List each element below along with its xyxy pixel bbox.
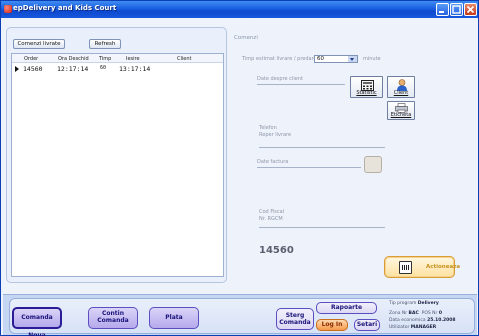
reports-label: Rapoarte bbox=[330, 304, 363, 311]
cell-open-time: 12:17:14 bbox=[57, 65, 89, 73]
label-print-label: Eticheta bbox=[390, 112, 412, 118]
settings-button[interactable]: Setari bbox=[354, 319, 380, 331]
cell-time: 60 bbox=[100, 65, 107, 71]
orders-grid-header: Order Ora Deschid Timp Iesire Client bbox=[12, 54, 223, 63]
minimize-icon bbox=[439, 11, 444, 13]
maximize-icon bbox=[452, 5, 461, 14]
statistic-button[interactable]: Statistic bbox=[350, 76, 383, 98]
close-icon bbox=[466, 5, 475, 14]
reg-number-label: Nr. RGCM bbox=[259, 216, 283, 222]
col-order: Order bbox=[24, 56, 39, 62]
settings-label: Setari bbox=[356, 321, 378, 328]
date-value: 25.10.2008 bbox=[427, 318, 456, 323]
invoice-section-label: Date factura bbox=[257, 159, 289, 165]
col-client: Client bbox=[177, 56, 192, 62]
barcode-icon bbox=[399, 261, 412, 274]
refresh-button[interactable]: Refresh bbox=[89, 39, 121, 49]
pay-button[interactable]: Plata bbox=[149, 307, 199, 329]
phone-label: Telefon bbox=[259, 125, 277, 131]
minimize-button[interactable] bbox=[436, 3, 449, 16]
delete-order-button[interactable]: Sterg Comanda bbox=[276, 308, 314, 330]
program-type-info: Tip program Delivery bbox=[389, 301, 439, 306]
col-exit: Iesire bbox=[126, 56, 140, 62]
current-order-number: 14560 bbox=[259, 245, 294, 256]
client-label: Client bbox=[393, 90, 409, 96]
continue-order-button[interactable]: Contin Comanda bbox=[88, 307, 138, 329]
login-label: Log In bbox=[321, 321, 343, 328]
action-button[interactable]: Actioneaza bbox=[384, 256, 460, 278]
client-section-label: Date despre client bbox=[257, 76, 303, 82]
contact-divider bbox=[259, 147, 385, 148]
title-bar[interactable]: epDelivery and Kids Court bbox=[1, 1, 478, 18]
date-info: Data economica 25.10.2008 bbox=[389, 318, 456, 323]
delivered-orders-button[interactable]: Comenzi livrate bbox=[13, 39, 65, 49]
user-label: Utilizator bbox=[389, 325, 410, 330]
delivery-time-label: Timp estimat livrare / predare bbox=[242, 56, 317, 62]
program-type-label: Tip program bbox=[389, 301, 417, 306]
col-time: Timp bbox=[99, 56, 112, 62]
user-info: Utilizator MANAGER bbox=[389, 325, 436, 330]
statistic-label: Statistic bbox=[356, 90, 377, 96]
pos-value: 0 bbox=[438, 311, 442, 316]
chevron-down-icon[interactable] bbox=[348, 56, 357, 62]
action-label: Actioneaza bbox=[426, 264, 461, 270]
date-label: Data economica bbox=[389, 318, 426, 323]
fiscal-code-label: Cod Fiscal bbox=[259, 209, 285, 215]
client-divider bbox=[257, 84, 345, 85]
program-type-value: Delivery bbox=[417, 301, 439, 306]
invoice-toggle-button[interactable] bbox=[364, 156, 382, 173]
new-order-button[interactable]: Comanda Noua bbox=[12, 307, 62, 336]
user-value: MANAGER bbox=[410, 325, 437, 330]
delivery-unit-label: minute bbox=[363, 56, 381, 62]
continue-order-label-2: Comanda bbox=[97, 317, 129, 324]
app-window: epDelivery and Kids Court Comenzi livrat… bbox=[0, 0, 479, 336]
close-button[interactable] bbox=[464, 3, 477, 16]
pos-label: POS Nr bbox=[421, 311, 438, 316]
reports-button[interactable]: Rapoarte bbox=[316, 302, 377, 314]
client-button[interactable]: Client bbox=[387, 76, 415, 98]
col-open-time: Ora Deschid bbox=[58, 56, 89, 62]
delete-order-label-2: Comanda bbox=[279, 319, 311, 326]
zone-value: BAC bbox=[408, 311, 419, 316]
app-icon bbox=[4, 5, 12, 13]
invoice-divider bbox=[257, 167, 361, 168]
delivery-ref-label: Reper livrare bbox=[259, 132, 292, 138]
cell-exit: 13:17:14 bbox=[119, 65, 151, 73]
window-title: epDelivery and Kids Court bbox=[13, 4, 117, 12]
maximize-button[interactable] bbox=[450, 3, 463, 16]
login-button[interactable]: Log In bbox=[316, 319, 348, 331]
zone-label: Zona Nr bbox=[389, 311, 408, 316]
table-row[interactable]: 14560 12:17:14 60 13:17:14 bbox=[12, 64, 223, 73]
label-print-button[interactable]: Eticheta bbox=[387, 101, 415, 120]
orders-grid[interactable]: Order Ora Deschid Timp Iesire Client 145… bbox=[11, 53, 224, 277]
pay-label: Plata bbox=[165, 314, 183, 321]
delete-order-label-1: Sterg bbox=[285, 312, 305, 319]
continue-order-label-1: Contin bbox=[102, 310, 124, 317]
delivery-time-select[interactable]: 60 bbox=[314, 55, 358, 63]
cell-order: 14560 bbox=[23, 65, 43, 73]
fiscal-divider bbox=[259, 227, 385, 228]
row-selector-icon bbox=[15, 66, 19, 72]
orders-section-title: Comenzi bbox=[234, 35, 258, 41]
bottom-bar: Comanda Noua Contin Comanda Plata Sterg … bbox=[3, 294, 477, 336]
delivery-time-value: 60 bbox=[317, 56, 324, 62]
zone-pos-info: Zona Nr BAC POS Nr 0 bbox=[389, 311, 442, 316]
